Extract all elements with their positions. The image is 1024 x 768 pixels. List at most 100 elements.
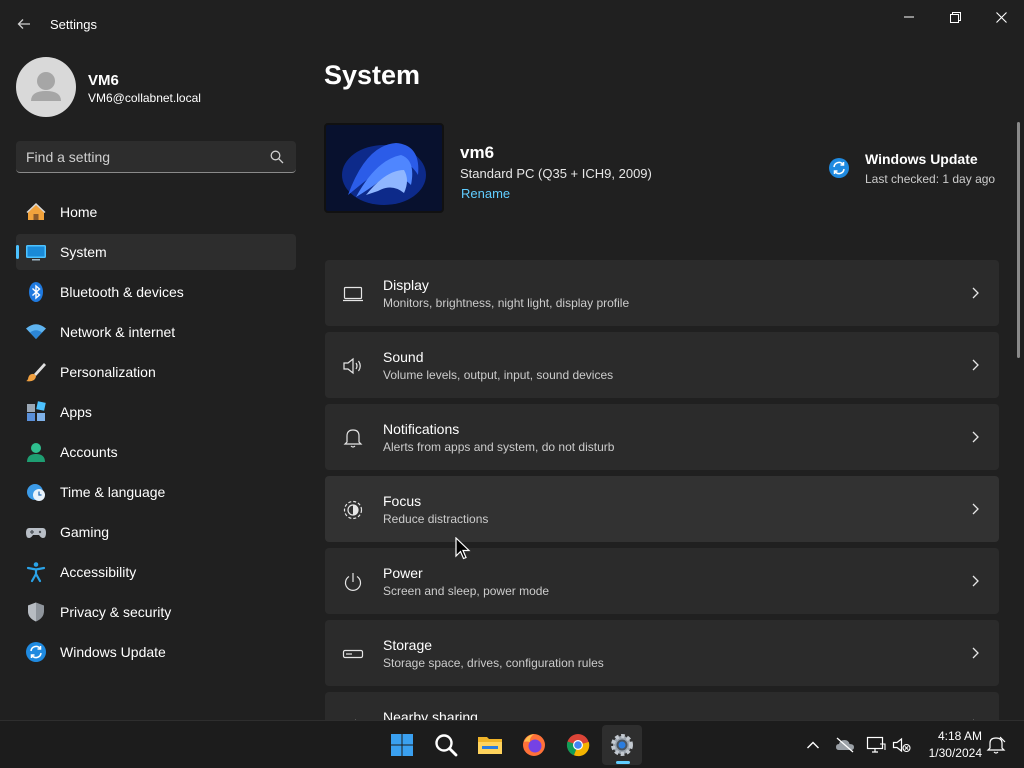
sidebar-item-time-language[interactable]: Time & language	[16, 474, 296, 510]
sidebar-item-label: Privacy & security	[60, 604, 172, 620]
card-title: Sound	[383, 349, 424, 365]
accessibility-icon	[25, 561, 47, 583]
taskbar-search-button[interactable]	[426, 725, 466, 765]
file-explorer-button[interactable]	[470, 725, 510, 765]
search-icon	[435, 734, 458, 757]
card-subtitle: Monitors, brightness, night light, displ…	[383, 296, 630, 310]
sidebar-item-accessibility[interactable]: Accessibility	[16, 554, 296, 590]
focus-icon	[341, 498, 365, 522]
clock-time[interactable]: 4:18 AM	[926, 729, 982, 743]
sidebar-item-label: Bluetooth & devices	[60, 284, 184, 300]
apps-icon	[25, 401, 47, 423]
sidebar-item-label: Accessibility	[60, 564, 137, 580]
back-button[interactable]	[12, 12, 36, 36]
rename-link[interactable]: Rename	[461, 186, 510, 201]
page-title: System	[324, 60, 421, 90]
notification-bell-icon	[986, 736, 1006, 754]
settings-card-focus[interactable]: Focus Reduce distractions	[325, 476, 999, 542]
restore-button[interactable]	[940, 6, 970, 28]
settings-card-display[interactable]: Display Monitors, brightness, night ligh…	[325, 260, 999, 326]
device-name: vm6	[460, 143, 495, 162]
avatar[interactable]	[16, 57, 76, 117]
search-input[interactable]	[26, 147, 256, 167]
windows-update-status: Last checked: 1 day ago	[865, 172, 996, 186]
sidebar-item-windows-update[interactable]: Windows Update	[16, 634, 296, 670]
settings-card-sound[interactable]: Sound Volume levels, output, input, soun…	[325, 332, 999, 398]
card-title: Notifications	[383, 421, 460, 437]
sidebar-item-label: Accounts	[60, 444, 118, 460]
update-icon	[25, 641, 47, 663]
sidebar-item-label: System	[60, 244, 107, 260]
show-hidden-icons-button[interactable]	[803, 735, 823, 755]
storage-icon	[341, 642, 365, 666]
card-subtitle: Storage space, drives, configuration rul…	[383, 656, 604, 670]
app-title: Settings	[50, 17, 97, 32]
settings-card-list: Display Monitors, brightness, night ligh…	[325, 260, 999, 720]
close-icon	[995, 11, 1007, 23]
settings-icon	[611, 734, 633, 756]
brush-icon	[25, 361, 47, 383]
shield-icon	[25, 601, 47, 623]
sidebar-item-system[interactable]: System	[16, 234, 296, 270]
user-email: VM6@collabnet.local	[88, 91, 201, 105]
gamepad-icon	[25, 521, 47, 543]
settings-card-power[interactable]: Power Screen and sleep, power mode	[325, 548, 999, 614]
onedrive-tray-button[interactable]	[835, 735, 855, 755]
sidebar-item-apps[interactable]: Apps	[16, 394, 296, 430]
card-title: Power	[383, 565, 423, 581]
firefox-icon	[523, 734, 545, 756]
device-wallpaper-thumbnail	[324, 123, 444, 213]
sidebar-item-label: Personalization	[60, 364, 156, 380]
system-icon	[25, 241, 47, 263]
card-title: Display	[383, 277, 429, 293]
chrome-button[interactable]	[558, 725, 598, 765]
card-subtitle: Volume levels, output, input, sound devi…	[383, 368, 614, 382]
network-tray-button[interactable]	[866, 735, 886, 755]
scrollbar[interactable]	[1017, 122, 1020, 358]
chevron-right-icon	[972, 575, 979, 587]
windows-update-title[interactable]: Windows Update	[865, 151, 978, 167]
sidebar-item-network[interactable]: Network & internet	[16, 314, 296, 350]
chevron-right-icon	[972, 287, 979, 299]
search-box[interactable]	[16, 141, 296, 173]
firefox-button[interactable]	[514, 725, 554, 765]
mouse-cursor-icon	[455, 537, 471, 560]
minimize-button[interactable]	[894, 6, 924, 28]
sidebar-item-home[interactable]: Home	[16, 194, 296, 230]
sidebar-item-privacy-security[interactable]: Privacy & security	[16, 594, 296, 630]
bell-icon	[341, 426, 365, 450]
card-title: Nearby sharing	[383, 709, 478, 720]
sidebar-item-label: Windows Update	[60, 644, 166, 660]
network-monitor-icon	[866, 736, 886, 753]
wifi-icon	[25, 321, 47, 343]
notification-center-button[interactable]	[986, 735, 1006, 755]
chevron-right-icon	[972, 647, 979, 659]
settings-taskbar-button[interactable]	[602, 725, 642, 765]
settings-card-notifications[interactable]: Notifications Alerts from apps and syste…	[325, 404, 999, 470]
sidebar-nav: Home System Bluetooth & devices Network …	[16, 194, 296, 674]
start-button[interactable]	[382, 725, 422, 765]
taskbar: 4:18 AM 1/30/2024	[0, 720, 1024, 768]
clock-date[interactable]: 1/30/2024	[918, 746, 982, 760]
chevron-right-icon	[972, 503, 979, 515]
back-arrow-icon	[17, 19, 30, 29]
chevron-right-icon	[972, 359, 979, 371]
settings-card-nearby-sharing[interactable]: Nearby sharing	[325, 692, 999, 720]
chevron-up-icon	[807, 741, 819, 749]
windows-update-status-icon[interactable]	[828, 157, 850, 179]
card-title: Storage	[383, 637, 433, 653]
file-explorer-icon	[478, 737, 502, 754]
volume-tray-button[interactable]	[892, 735, 912, 755]
settings-card-storage[interactable]: Storage Storage space, drives, configura…	[325, 620, 999, 686]
sidebar-item-label: Home	[60, 204, 98, 220]
sidebar-item-accounts[interactable]: Accounts	[16, 434, 296, 470]
title-bar: Settings	[0, 0, 1024, 48]
close-button[interactable]	[986, 6, 1016, 28]
sidebar-item-label: Time & language	[60, 484, 166, 500]
person-icon	[25, 441, 47, 463]
sidebar-item-bluetooth[interactable]: Bluetooth & devices	[16, 274, 296, 310]
search-icon[interactable]	[270, 150, 284, 164]
sidebar-item-gaming[interactable]: Gaming	[16, 514, 296, 550]
sidebar-item-personalization[interactable]: Personalization	[16, 354, 296, 390]
chevron-right-icon	[972, 431, 979, 443]
